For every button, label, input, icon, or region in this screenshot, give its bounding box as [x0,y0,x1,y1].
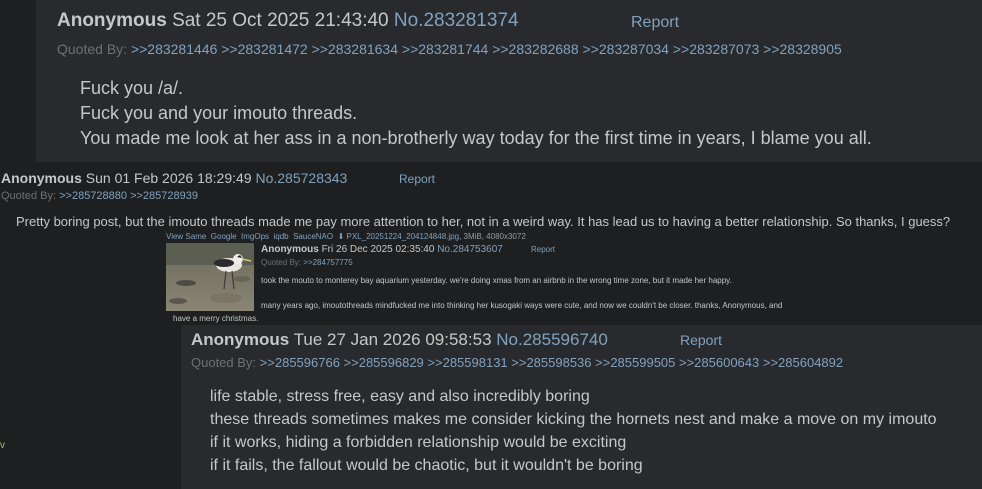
iqdb-link[interactable]: iqdb [274,232,289,241]
post-datetime: Tue 27 Jan 2026 09:58:53 [293,330,492,349]
quoted-by: Quoted By: >>285596766 >>285596829 >>285… [191,355,843,370]
message-line: Fuck you and your imouto threads. [80,103,358,123]
google-link[interactable]: Google [211,232,237,241]
post-image-thumbnail[interactable] [166,243,254,311]
message-line: You made me look at her ass in a non-bro… [80,128,872,148]
quoted-by-links[interactable]: >>283281446 >>283281472 >>283281634 >>28… [131,41,842,57]
message-line: if it works, hiding a forbidden relation… [210,434,627,451]
post-number-link[interactable]: No.283281374 [394,10,519,31]
saucenao-link[interactable]: SauceNAO [293,232,333,241]
report-button[interactable]: Report [680,332,722,348]
message-line: Fuck you /a/. [80,78,184,98]
post-datetime: Fri 26 Dec 2025 02:35:40 [321,244,435,255]
post-message: Fuck you /a/. Fuck you and your imouto t… [80,76,872,151]
post-number-link[interactable]: No.285728343 [255,170,347,186]
post-datetime: Sun 01 Feb 2026 18:29:49 [85,170,252,186]
message-line: many years ago, imoutothreads mindfucked… [261,301,783,310]
quoted-by-links[interactable]: >>285596766 >>285596829 >>285598131 >>28… [260,355,843,370]
post-number-link[interactable]: No.285596740 [496,330,608,349]
message-line: these threads sometimes makes me conside… [210,411,937,428]
post-header: Anonymous Sat 25 Oct 2025 21:43:40 No.28… [57,10,519,32]
quoted-by-links[interactable]: >>285728880 >>285728939 [59,190,198,202]
post-header: Anonymous Tue 27 Jan 2026 09:58:53 No.28… [191,330,608,350]
message-line: if it fails, the fallout would be chaoti… [210,457,643,474]
file-info-bar: View Same Google ImgOps iqdb SauceNAO ⬇ … [166,232,526,241]
post-message: life stable, stress free, easy and also … [210,385,937,477]
poster-name: Anonymous [57,10,167,31]
quoted-by: Quoted By: >>284757775 [261,258,353,267]
poster-name: Anonymous [191,330,290,349]
imgops-link[interactable]: ImgOps [241,232,269,241]
message-line: have a merry christmas. [173,314,259,323]
file-name-link[interactable]: PXL_20251224_204124848.jpg [347,232,460,241]
quoted-by-label: Quoted By: [191,355,257,370]
report-button[interactable]: Report [531,245,555,254]
poster-name: Anonymous [1,170,82,186]
quoted-by: Quoted By: >>285728880 >>285728939 [1,190,198,202]
quoted-by-links[interactable]: >>284757775 [303,258,352,267]
post-header: Anonymous Fri 26 Dec 2025 02:35:40 No.28… [261,244,503,255]
previous-post-bottom [36,0,982,7]
report-button[interactable]: Report [399,172,435,186]
poster-name: Anonymous [261,244,319,255]
edge-marker: v [0,440,5,451]
post-datetime: Sat 25 Oct 2025 21:43:40 [172,10,389,31]
quoted-by-label: Quoted By: [57,41,128,57]
report-button[interactable]: Report [631,14,679,32]
post-message: Pretty boring post, but the imouto threa… [16,214,951,229]
download-icon[interactable]: ⬇ [338,232,345,241]
quoted-by-label: Quoted By: [1,190,57,202]
file-details: , 3MiB, 4080x3072 [459,232,526,241]
message-line: life stable, stress free, easy and also … [210,388,590,405]
view-same-link[interactable]: View Same [166,232,206,241]
post-number-link[interactable]: No.284753607 [437,244,503,255]
quoted-by-label: Quoted By: [261,258,302,267]
quoted-by: Quoted By: >>283281446 >>283281472 >>283… [57,41,842,57]
message-line: took the mouto to monterey bay aquarium … [261,276,732,285]
post-header: Anonymous Sun 01 Feb 2026 18:29:49 No.28… [1,170,347,186]
